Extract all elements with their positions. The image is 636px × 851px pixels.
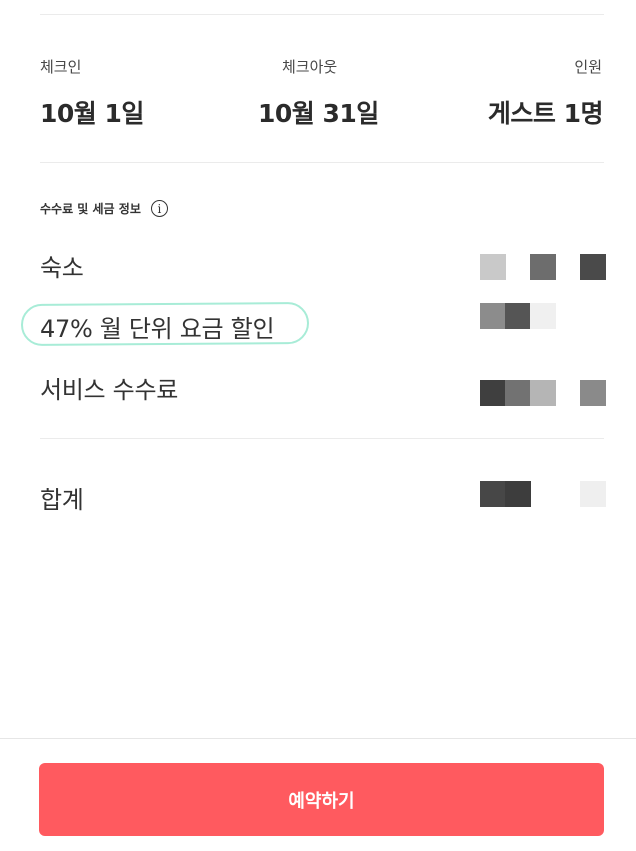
fees-section-title-text: 수수료 및 세금 정보 [40, 202, 141, 216]
fee-row-lodging-label: 숙소 [40, 254, 84, 282]
dates-divider [40, 162, 604, 163]
checkout-value[interactable]: 10월 31일 [258, 94, 379, 130]
fees-divider [40, 438, 604, 439]
guests-value[interactable]: 게스트 1명 [488, 94, 604, 130]
total-label: 합계 [40, 486, 84, 514]
checkin-value[interactable]: 10월 1일 [40, 94, 144, 130]
checkin-label: 체크인 [40, 58, 82, 76]
guests-label: 인원 [574, 58, 602, 76]
reserve-button[interactable]: 예약하기 [39, 763, 604, 836]
fee-row-service-label: 서비스 수수료 [40, 376, 179, 404]
reserve-button-label: 예약하기 [288, 790, 355, 811]
checkout-label: 체크아웃 [282, 58, 338, 76]
top-divider [40, 14, 604, 15]
info-icon[interactable]: i [150, 200, 168, 217]
fee-row-discount-label: 47% 월 단위 요금 할인 [40, 315, 275, 343]
fees-section-title: 수수료 및 세금 정보 i [40, 200, 168, 217]
